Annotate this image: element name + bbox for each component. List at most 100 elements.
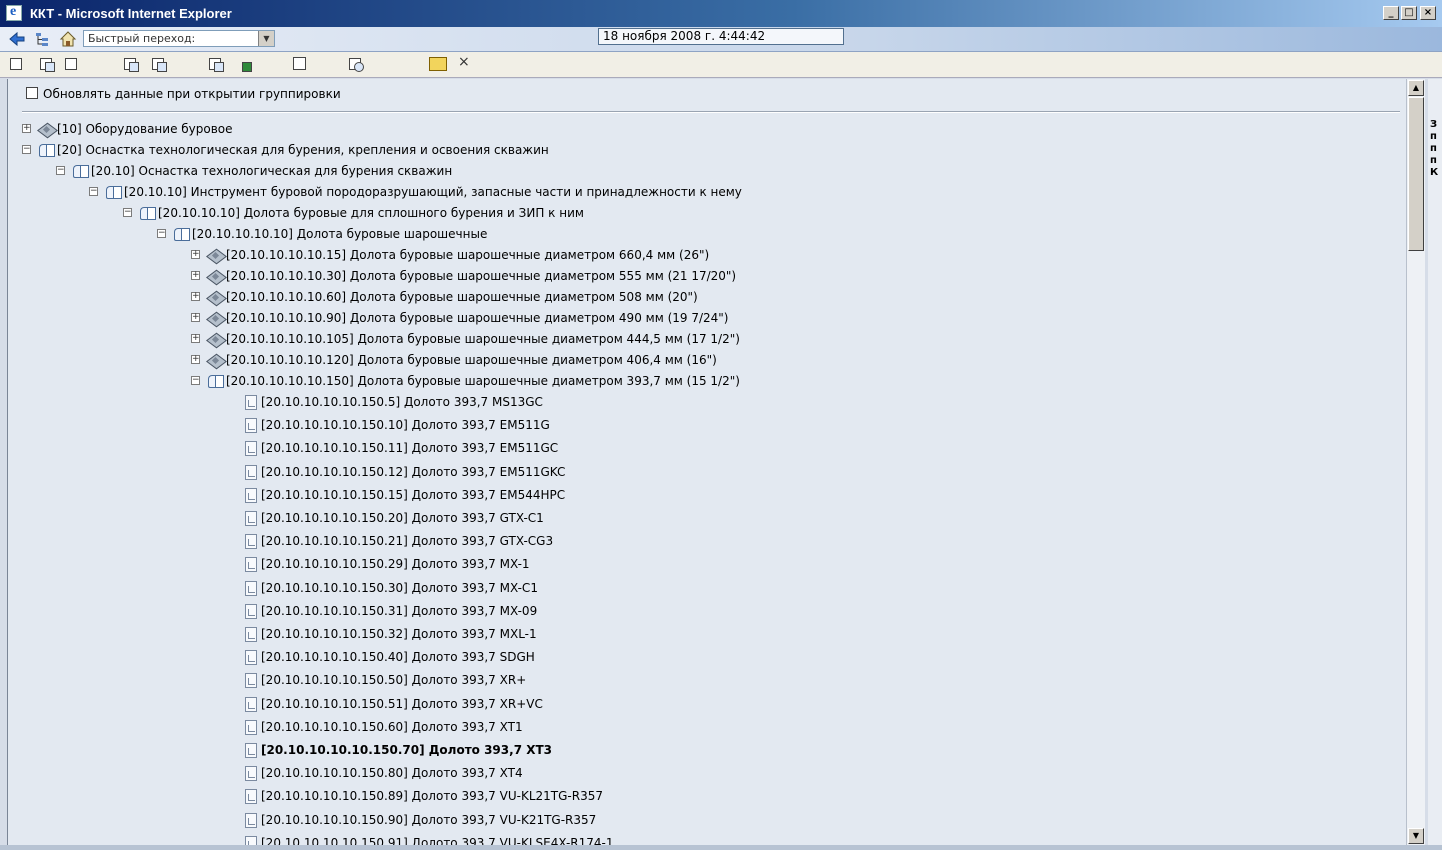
document-icon	[242, 510, 260, 526]
tree-item-label[interactable]: [20.10.10.10.10.150.21] Долото 393,7 GTX…	[261, 531, 553, 551]
sort-icon[interactable]	[38, 56, 56, 73]
tree-item-label[interactable]: [20.10.10.10.10.150.91] Долото 393,7 VU-…	[261, 833, 614, 845]
tree-item-label[interactable]: [20.10.10.10.10.30] Долота буровые шарош…	[226, 266, 736, 286]
refresh-option[interactable]: Обновлять данные при открытии группировк…	[26, 87, 341, 101]
tree-item-label[interactable]: [20.10.10.10.10.60] Долота буровые шарош…	[226, 287, 698, 307]
quick-jump-placeholder: Быстрый переход:	[88, 32, 196, 45]
collapse-icon[interactable]: −	[89, 187, 98, 196]
vertical-scrollbar[interactable]: ▲ ▼	[1406, 79, 1425, 845]
tree-item-label[interactable]: [20.10.10.10] Долота буровые для сплошно…	[158, 203, 584, 223]
tree-item-label[interactable]: [20.10.10.10.10.150.30] Долото 393,7 MX-…	[261, 578, 538, 598]
right-side-panel: ЗпппК	[1428, 79, 1442, 845]
tree-item-label[interactable]: [20.10.10.10.10.150.89] Долото 393,7 VU-…	[261, 786, 603, 806]
tree-item-label[interactable]: [20.10.10.10.10.150.50] Долото 393,7 XR+	[261, 670, 526, 690]
folder-icon[interactable]	[429, 57, 447, 71]
tree-item-label[interactable]: [20] Оснастка технологическая для бурени…	[57, 140, 549, 160]
tree-item-label[interactable]: [20.10.10.10.10] Долота буровые шарошечн…	[192, 224, 487, 244]
open-card-icon[interactable]	[207, 56, 225, 73]
open-book-icon	[38, 142, 56, 158]
quick-jump-select[interactable]: Быстрый переход: ▼	[83, 30, 275, 47]
tree-item-label[interactable]: [20.10.10.10.10.150] Долота буровые шаро…	[226, 371, 740, 391]
open-book-icon	[207, 373, 225, 389]
tree-item-label[interactable]: [20.10.10.10.10.150.70] Долото 393,7 XT3	[261, 740, 552, 760]
tree-item-label[interactable]: [20.10.10.10.10.150.80] Долото 393,7 XT4	[261, 763, 523, 783]
ie-logo-icon	[6, 4, 22, 21]
document-icon	[242, 696, 260, 712]
close-window-button[interactable]: ×	[1420, 6, 1436, 20]
side-letter: п	[1430, 155, 1437, 166]
tree-item-label[interactable]: [20.10.10.10.10.150.15] Долото 393,7 EM5…	[261, 485, 565, 505]
tree-item-label[interactable]: [20.10.10.10.10.150.5] Долото 393,7 MS13…	[261, 392, 543, 412]
maximize-button[interactable]: □	[1401, 6, 1417, 20]
scroll-up-icon[interactable]: ▲	[1408, 80, 1424, 96]
cube-icon	[207, 268, 225, 284]
tree-item-label[interactable]: [20.10.10.10.10.150.10] Долото 393,7 EM5…	[261, 415, 550, 435]
expand-icon[interactable]: +	[191, 271, 200, 280]
tree-item-label[interactable]: [20.10.10.10.10.120] Долота буровые шаро…	[226, 350, 717, 370]
document-icon	[242, 788, 260, 804]
tree-item-label[interactable]: [20.10.10.10.10.150.29] Долото 393,7 MX-…	[261, 554, 530, 574]
document-icon	[242, 464, 260, 480]
tree-item-label[interactable]: [20.10.10.10.10.90] Долота буровые шарош…	[226, 308, 728, 328]
tree-item-label[interactable]: [20.10.10.10.10.15] Долота буровые шарош…	[226, 245, 709, 265]
cube-icon	[207, 247, 225, 263]
document-icon	[242, 394, 260, 410]
properties-icon[interactable]	[122, 56, 140, 73]
tree-item-label[interactable]: [20.10.10.10.10.150.40] Долото 393,7 SDG…	[261, 647, 535, 667]
expand-icon[interactable]: +	[22, 124, 31, 133]
window-title: ККТ - Microsoft Internet Explorer	[30, 6, 232, 21]
collapse-icon[interactable]: −	[157, 229, 166, 238]
document-icon	[242, 556, 260, 572]
tree-item-label[interactable]: [20.10.10.10.10.105] Долота буровые шаро…	[226, 329, 740, 349]
expand-icon[interactable]: +	[191, 313, 200, 322]
toolbar-checkbox[interactable]	[293, 57, 306, 70]
tree-item-label[interactable]: [20.10.10.10.10.150.31] Долото 393,7 MX-…	[261, 601, 537, 621]
expand-icon[interactable]: +	[191, 250, 200, 259]
scroll-down-icon[interactable]: ▼	[1408, 828, 1424, 844]
close-icon[interactable]: ×	[458, 54, 470, 70]
minimize-button[interactable]: _	[1383, 6, 1399, 20]
document-icon	[242, 417, 260, 433]
chevron-down-icon[interactable]: ▼	[258, 31, 274, 46]
side-letter: З	[1430, 119, 1438, 130]
side-letter: п	[1430, 131, 1437, 142]
copy-icon[interactable]	[150, 56, 168, 73]
tree-item-label[interactable]: [20.10.10.10.10.150.32] Долото 393,7 MXL…	[261, 624, 537, 644]
find-icon[interactable]	[347, 56, 365, 73]
open-book-icon	[173, 226, 191, 242]
tree-item-label[interactable]: [20.10.10.10.10.150.20] Долото 393,7 GTX…	[261, 508, 544, 528]
collapse-icon[interactable]: −	[22, 145, 31, 154]
tree-item-label[interactable]: [20.10.10.10.10.150.90] Долото 393,7 VU-…	[261, 810, 596, 830]
toolbar	[0, 52, 1442, 78]
excel-icon[interactable]	[235, 56, 253, 73]
refresh-checkbox[interactable]	[26, 87, 38, 99]
tree-item-label[interactable]: [20.10.10.10.10.150.11] Долото 393,7 EM5…	[261, 438, 558, 458]
open-book-icon	[139, 205, 157, 221]
collapse-icon[interactable]: −	[56, 166, 65, 175]
document-icon	[242, 440, 260, 456]
tree-item-label[interactable]: [20.10.10.10.10.150.60] Долото 393,7 XT1	[261, 717, 523, 737]
document-icon	[242, 719, 260, 735]
open-book-icon	[72, 163, 90, 179]
side-letter: К	[1430, 167, 1439, 178]
scroll-thumb[interactable]	[1408, 97, 1424, 251]
tree-item-label[interactable]: [20.10] Оснастка технологическая для бур…	[91, 161, 452, 181]
collapse-icon[interactable]: −	[191, 376, 200, 385]
tree-item-label[interactable]: [20.10.10.10.10.150.51] Долото 393,7 XR+…	[261, 694, 543, 714]
document-icon	[242, 835, 260, 845]
datetime-display: 18 ноября 2008 г. 4:44:42	[598, 28, 844, 45]
tree-item-label[interactable]: [20.10.10] Инструмент буровой породоразр…	[124, 182, 742, 202]
home-icon[interactable]	[59, 30, 77, 48]
expand-icon[interactable]: +	[191, 355, 200, 364]
document-icon	[242, 742, 260, 758]
tree-item-label[interactable]: [10] Оборудование буровое	[57, 119, 233, 139]
tree-view-icon[interactable]	[34, 30, 52, 48]
back-arrow-icon[interactable]	[8, 30, 26, 48]
expand-icon[interactable]: +	[191, 292, 200, 301]
document-icon	[242, 672, 260, 688]
expand-icon[interactable]: +	[191, 334, 200, 343]
table-icon[interactable]	[8, 56, 26, 73]
list-icon[interactable]	[63, 56, 81, 73]
collapse-icon[interactable]: −	[123, 208, 132, 217]
tree-item-label[interactable]: [20.10.10.10.10.150.12] Долото 393,7 EM5…	[261, 462, 565, 482]
